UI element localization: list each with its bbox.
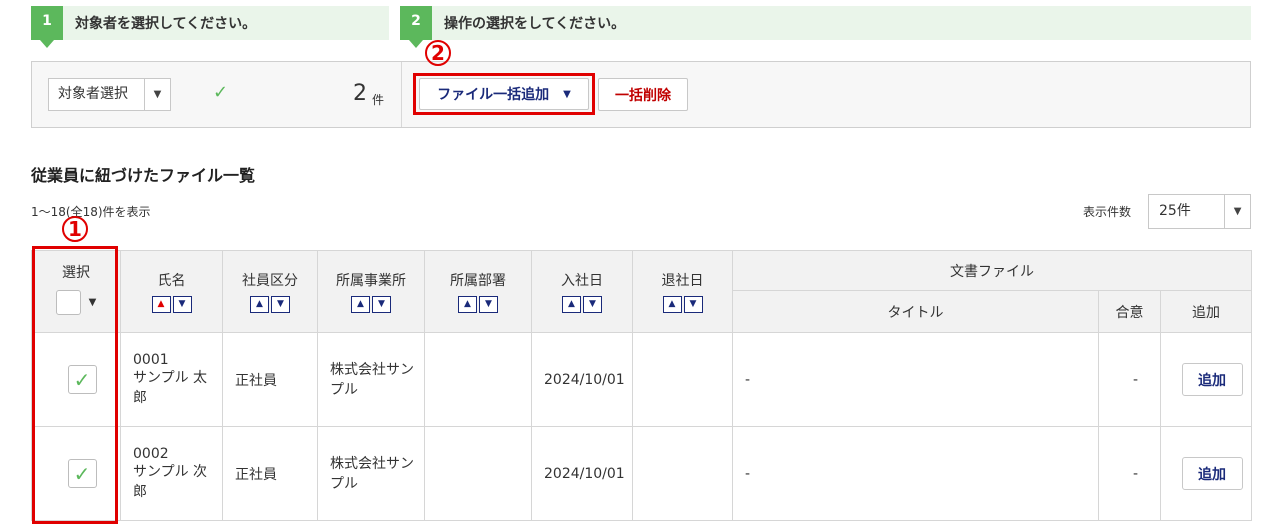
name-cell: 0001 サンプル 太郎	[120, 332, 223, 427]
office-cell: 株式会社サンプル	[317, 332, 425, 427]
hire-date-cell: 2024/10/01	[531, 332, 633, 427]
target-select-dropdown[interactable]: 対象者選択 ▼	[48, 78, 171, 111]
name-cell: 0002 サンプル 次郎	[120, 426, 223, 521]
header-title: タイトル	[732, 290, 1099, 333]
target-select-label: 対象者選択	[49, 79, 145, 110]
add-cell: 追加	[1159, 332, 1253, 427]
file-bulk-add-button[interactable]: ファイル一括追加 ▼	[419, 78, 589, 110]
section-title: 従業員に紐づけたファイル一覧	[31, 166, 256, 185]
header-leave-date: 退社日 ▲ ▼	[632, 250, 733, 333]
range-text: 1〜18(全18)件を表示	[31, 205, 151, 219]
row-select-cell: ✓	[31, 332, 121, 427]
sort-desc-icon[interactable]: ▼	[683, 296, 703, 313]
chevron-down-icon[interactable]: ▼	[1225, 206, 1250, 217]
file-bulk-add-label: ファイル一括追加	[437, 87, 550, 103]
department-cell	[424, 332, 532, 427]
sort-asc-icon[interactable]: ▲	[151, 296, 171, 313]
selected-count-unit: 件	[372, 93, 385, 107]
header-add: 追加	[1159, 290, 1253, 333]
leave-date-cell	[632, 426, 733, 521]
sort-asc-icon[interactable]: ▲	[458, 296, 477, 313]
table-row: ✓ 0002 サンプル 次郎 正社員 株式会社サンプル 2024/10/01 -…	[31, 426, 1253, 521]
add-cell: 追加	[1159, 426, 1253, 521]
employee-name: サンプル 次郎	[133, 463, 208, 500]
header-office-label: 所属事業所	[336, 273, 406, 289]
annotation-marker-2: 2	[425, 40, 451, 66]
hire-date-cell: 2024/10/01	[531, 426, 633, 521]
row-checkbox[interactable]: ✓	[67, 365, 97, 394]
step-1-header: 1 対象者を選択してください。	[31, 6, 389, 48]
sort-desc-icon[interactable]: ▼	[479, 296, 498, 313]
panel-divider	[401, 62, 402, 127]
consent-cell: -	[1098, 332, 1161, 427]
sort-desc-icon[interactable]: ▼	[372, 296, 391, 313]
sort-asc-icon[interactable]: ▲	[250, 296, 269, 313]
step-2-text: 操作の選択をしてください。	[444, 16, 626, 32]
header-name-label: 氏名	[157, 273, 186, 289]
check-icon: ✓	[73, 367, 91, 392]
sort-desc-icon[interactable]: ▼	[271, 296, 290, 313]
header-consent: 合意	[1098, 290, 1161, 333]
per-page-select[interactable]: 25件 ▼	[1148, 194, 1251, 229]
sort-asc-icon[interactable]: ▲	[351, 296, 370, 313]
leave-date-cell	[632, 332, 733, 427]
check-icon: ✓	[213, 82, 229, 103]
header-name: 氏名 ▲ ▼	[120, 250, 223, 333]
office-cell: 株式会社サンプル	[317, 426, 425, 521]
sort-asc-icon[interactable]: ▲	[662, 296, 682, 313]
selected-count: 2	[353, 81, 367, 106]
employee-name: サンプル 太郎	[133, 369, 208, 406]
employee-id: 0002	[133, 445, 169, 462]
title-cell: -	[732, 426, 1099, 521]
consent-cell: -	[1098, 426, 1161, 521]
department-cell	[424, 426, 532, 521]
header-department: 所属部署 ▲ ▼	[424, 250, 532, 333]
operation-panel: 対象者選択 ▼ ✓ 2 件 ファイル一括追加 ▼ 一括削除	[31, 61, 1251, 128]
header-select-label: 選択	[62, 265, 90, 281]
caret-down-icon[interactable]: ▼	[89, 297, 97, 308]
header-select: 選択 ▼	[31, 250, 121, 333]
check-icon: ✓	[73, 461, 91, 486]
per-page-label: 表示件数	[1083, 205, 1132, 219]
add-file-button[interactable]: 追加	[1181, 457, 1243, 490]
row-select-cell: ✓	[31, 426, 121, 521]
sort-desc-icon[interactable]: ▼	[172, 296, 192, 313]
header-employee-type: 社員区分 ▲ ▼	[222, 250, 318, 333]
header-leave-date-label: 退社日	[661, 273, 704, 289]
caret-down-icon: ▼	[563, 88, 571, 100]
step-1-badge: 1	[31, 6, 63, 48]
table-row: ✓ 0001 サンプル 太郎 正社員 株式会社サンプル 2024/10/01 -…	[31, 332, 1253, 427]
bulk-delete-button[interactable]: 一括削除	[598, 78, 688, 111]
employee-id: 0001	[133, 351, 169, 368]
select-all-checkbox[interactable]	[55, 290, 81, 315]
header-hire-date: 入社日 ▲ ▼	[531, 250, 633, 333]
header-employee-type-label: 社員区分	[242, 273, 298, 289]
row-checkbox[interactable]: ✓	[67, 459, 97, 488]
step-2-badge: 2	[400, 6, 432, 48]
header-hire-date-label: 入社日	[561, 273, 603, 289]
per-page-value: 25件	[1149, 195, 1226, 228]
step-2-header: 2 操作の選択をしてください。	[400, 6, 1251, 48]
header-document-file: 文書ファイル	[731, 250, 1253, 291]
employee-type-cell: 正社員	[222, 426, 318, 521]
employee-file-table: 選択 ▼ 氏名 ▲▼ 社員区分 ▲▼ 所属事業所 ▲▼ 所属部署 ▲▼	[31, 250, 1253, 521]
sort-asc-icon[interactable]: ▲	[562, 296, 581, 313]
header-department-label: 所属部署	[450, 273, 506, 289]
chevron-down-icon[interactable]: ▼	[145, 89, 170, 100]
title-cell: -	[732, 332, 1099, 427]
add-file-button[interactable]: 追加	[1181, 363, 1243, 396]
annotation-marker-1: 1	[62, 216, 88, 242]
select-all-control[interactable]: ▼	[32, 290, 120, 315]
sort-desc-icon[interactable]: ▼	[583, 296, 602, 313]
step-1-text: 対象者を選択してください。	[75, 16, 257, 32]
header-office: 所属事業所 ▲ ▼	[317, 250, 425, 333]
employee-type-cell: 正社員	[222, 332, 318, 427]
